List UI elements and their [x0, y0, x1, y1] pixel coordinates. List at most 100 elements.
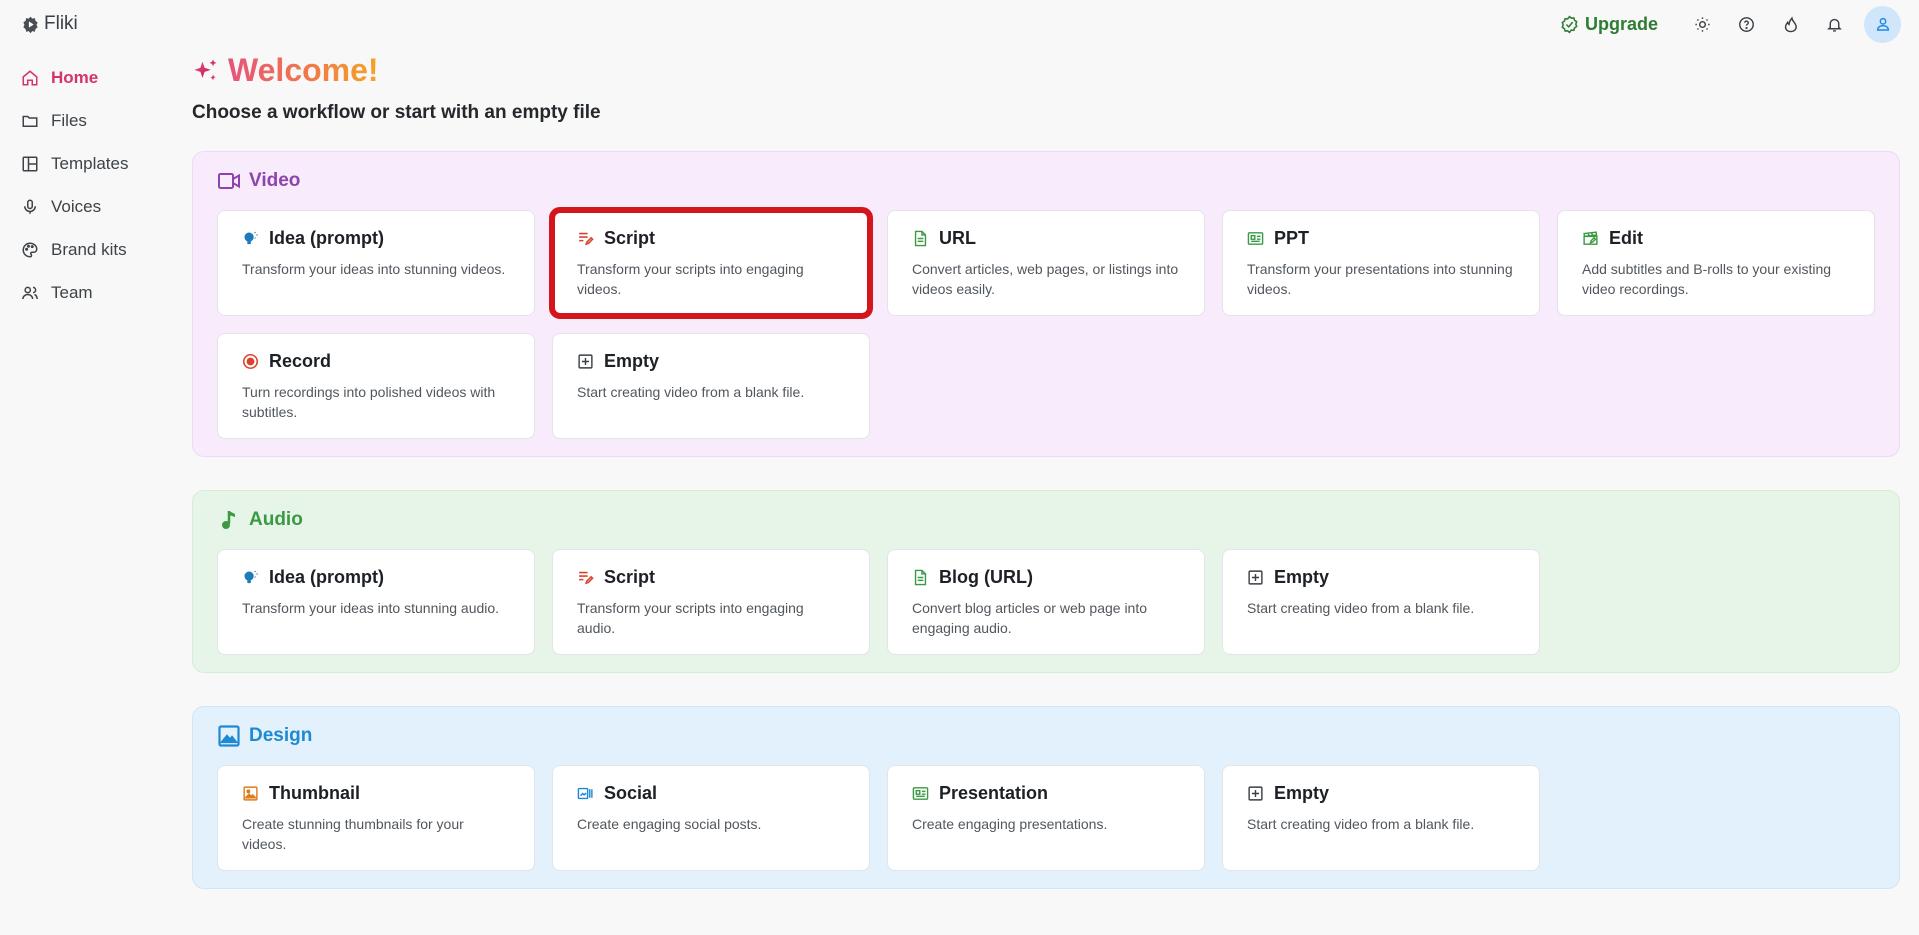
card-video-idea[interactable]: Idea (prompt) Transform your ideas into …	[217, 210, 535, 316]
card-title-row: Empty	[1247, 783, 1515, 804]
card-title: Blog (URL)	[939, 567, 1033, 587]
card-video-edit[interactable]: Edit Add subtitles and B-rolls to your e…	[1557, 210, 1875, 316]
notifications-button[interactable]	[1812, 6, 1856, 42]
document-icon	[914, 230, 927, 247]
section-header-video: Video	[217, 152, 1875, 210]
card-description: Convert blog articles or web page into e…	[912, 600, 1148, 636]
upgrade-label: Upgrade	[1584, 13, 1658, 34]
video-section: Video Idea (prompt) Transform your ideas…	[192, 151, 1900, 457]
section-header-design: Design	[217, 707, 1875, 765]
card-video-record[interactable]: Record Turn recordings into polished vid…	[217, 333, 535, 439]
card-video-script[interactable]: Script Transform your scripts into engag…	[549, 207, 873, 319]
theme-toggle-button[interactable]	[1680, 6, 1724, 42]
sidebar-item-templates[interactable]: Templates	[0, 142, 180, 185]
presentation-icon	[1247, 232, 1264, 245]
sidebar-item-label: Voices	[51, 196, 102, 216]
folder-icon	[22, 115, 38, 127]
app-name: Fliki	[44, 13, 78, 34]
card-description: Start creating video from a blank file.	[577, 384, 805, 400]
card-design-presentation[interactable]: Presentation Create engaging presentatio…	[887, 765, 1205, 871]
card-title: Thumbnail	[269, 783, 360, 803]
document-icon	[914, 569, 927, 586]
user-icon	[1876, 17, 1889, 31]
sun-icon	[1694, 16, 1710, 32]
card-title: URL	[939, 228, 976, 248]
card-title-row: Idea (prompt)	[242, 567, 510, 588]
card-title: Script	[604, 567, 656, 587]
card-title-row: Record	[242, 351, 510, 372]
palette-icon	[22, 241, 38, 258]
script-edit-icon	[579, 571, 594, 585]
card-video-url[interactable]: URL Convert articles, web pages, or list…	[887, 210, 1205, 316]
thumbnail-image-icon	[243, 786, 258, 801]
card-description: Start creating video from a blank file.	[1247, 816, 1475, 832]
top-toolbar: Upgrade	[1560, 5, 1901, 43]
sidebar-item-label: Brand kits	[51, 239, 127, 259]
sidebar-item-brand-kits[interactable]: Brand kits	[0, 228, 180, 271]
card-video-ppt[interactable]: PPT Transform your presentations into st…	[1222, 210, 1540, 316]
card-audio-script[interactable]: Script Transform your scripts into engag…	[552, 549, 870, 655]
card-description: Create stunning thumbnails for your vide…	[242, 816, 464, 852]
image-icon	[218, 725, 240, 747]
section-header-audio: Audio	[217, 491, 1875, 549]
card-description: Transform your ideas into stunning video…	[242, 261, 506, 277]
presentation-icon	[912, 787, 929, 800]
card-design-social[interactable]: Social Create engaging social posts.	[552, 765, 870, 871]
design-cards: Thumbnail Create stunning thumbnails for…	[217, 765, 1875, 871]
card-description: Create engaging presentations.	[912, 816, 1108, 832]
video-camera-icon	[218, 173, 240, 189]
section-title: Video	[249, 170, 301, 191]
streak-button[interactable]	[1768, 6, 1812, 42]
plus-square-icon	[1248, 786, 1263, 801]
home-icon	[22, 69, 38, 85]
card-video-empty[interactable]: Empty Start creating video from a blank …	[552, 333, 870, 439]
social-post-icon	[577, 787, 593, 800]
record-icon	[242, 353, 259, 370]
card-audio-blog-url[interactable]: Blog (URL) Convert blog articles or web …	[887, 549, 1205, 655]
sidebar-item-home[interactable]: Home	[0, 56, 180, 99]
card-title-row: Presentation	[912, 783, 1180, 804]
app-logo[interactable]: Fliki	[21, 13, 78, 35]
lightbulb-icon	[244, 570, 258, 584]
card-design-empty[interactable]: Empty Start creating video from a blank …	[1222, 765, 1540, 871]
card-title-row: Thumbnail	[242, 783, 510, 804]
card-title-row: Blog (URL)	[912, 567, 1180, 588]
card-title: Record	[269, 351, 332, 371]
page-subtitle: Choose a workflow or start with an empty…	[192, 102, 601, 123]
upgrade-button[interactable]: Upgrade	[1560, 14, 1658, 35]
sidebar-item-label: Home	[51, 67, 99, 87]
card-title-row: PPT	[1247, 228, 1515, 249]
card-title: Idea (prompt)	[269, 228, 384, 248]
microphone-icon	[24, 199, 36, 214]
card-title: Social	[604, 783, 658, 803]
plus-square-icon	[1248, 570, 1263, 585]
card-description: Add subtitles and B-rolls to your existi…	[1582, 261, 1832, 297]
section-title: Design	[249, 725, 313, 746]
layout-icon	[22, 156, 38, 171]
script-edit-icon	[579, 232, 594, 246]
card-description: Transform your scripts into engaging aud…	[577, 600, 804, 636]
sidebar-item-label: Team	[51, 282, 93, 302]
sidebar-item-voices[interactable]: Voices	[0, 185, 180, 228]
card-title: Empty	[604, 351, 660, 371]
music-note-icon	[222, 511, 235, 529]
design-section: Design Thumbnail Create stunning thumbna…	[192, 706, 1900, 889]
card-audio-idea[interactable]: Idea (prompt) Transform your ideas into …	[217, 549, 535, 655]
card-title: Script	[604, 228, 656, 248]
help-button[interactable]	[1724, 6, 1768, 42]
card-title-row: Edit	[1582, 228, 1850, 249]
card-description: Create engaging social posts.	[577, 816, 762, 832]
clapperboard-edit-icon	[1583, 231, 1598, 245]
lightbulb-icon	[244, 231, 258, 245]
card-title-row: Empty	[1247, 567, 1515, 588]
audio-section: Audio Idea (prompt) Transform your ideas…	[192, 490, 1900, 673]
card-audio-empty[interactable]: Empty Start creating video from a blank …	[1222, 549, 1540, 655]
sidebar-item-team[interactable]: Team	[0, 271, 180, 314]
user-avatar-button[interactable]	[1864, 5, 1901, 43]
fliki-logo-icon	[23, 16, 38, 33]
welcome-heading: Welcome!	[192, 52, 379, 89]
check-badge-icon	[1561, 14, 1578, 34]
card-design-thumbnail[interactable]: Thumbnail Create stunning thumbnails for…	[217, 765, 535, 871]
sidebar-item-label: Templates	[51, 153, 129, 173]
sidebar-item-files[interactable]: Files	[0, 99, 180, 142]
